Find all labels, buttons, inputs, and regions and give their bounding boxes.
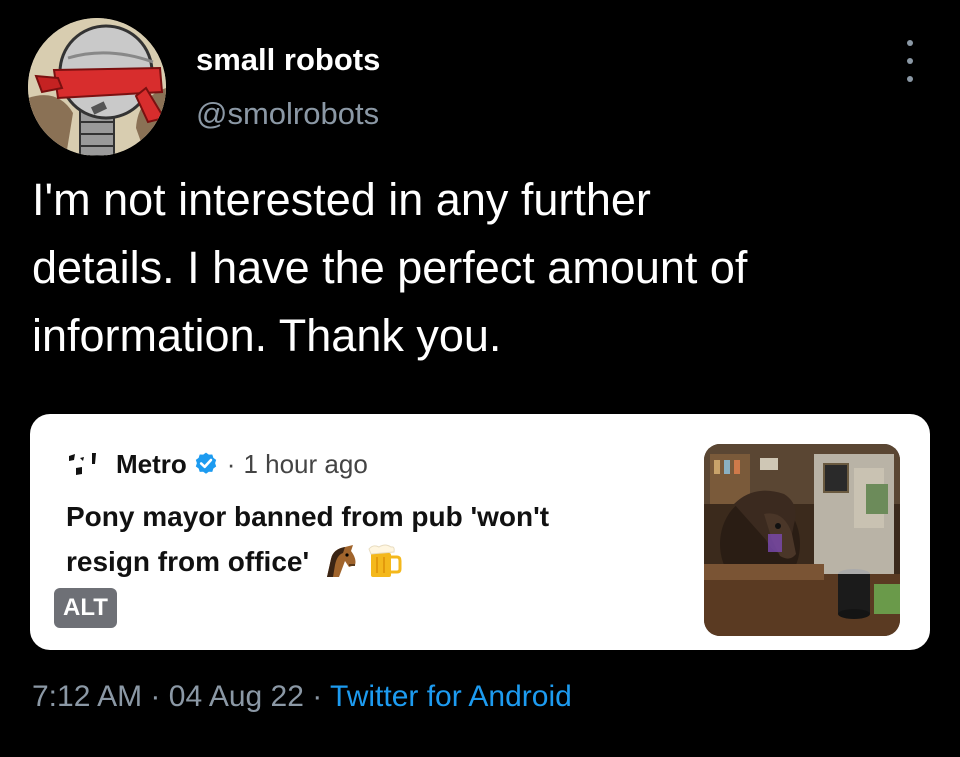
beer-mug-emoji-icon — [368, 544, 402, 577]
alt-text-badge[interactable]: ALT — [54, 588, 117, 628]
metro-logo-icon — [69, 453, 96, 475]
meta-separator: · — [312, 680, 323, 713]
horse-face-emoji-icon — [327, 545, 356, 577]
tweet-time[interactable]: 7:12 AM — [32, 680, 142, 713]
tweet-date[interactable]: 04 Aug 22 — [169, 680, 304, 713]
tweet-metadata: 7:12 AM · 04 Aug 22 · Twitter for Androi… — [32, 680, 572, 714]
quoted-headline-line-text: resign from office' — [66, 546, 310, 577]
more-dot-icon — [907, 40, 913, 46]
quoted-headline-line: Pony mayor banned from pub 'won't — [66, 501, 550, 532]
tweet-client-link[interactable]: Twitter for Android — [330, 680, 572, 713]
tweet-text-line: information. Thank you. — [32, 310, 502, 361]
avatar[interactable] — [28, 18, 166, 156]
tweet-text-line: I'm not interested in any further — [32, 174, 651, 225]
verified-badge-icon — [195, 452, 216, 474]
tweet-text-line: details. I have the perfect amount of — [32, 242, 748, 293]
more-dot-icon — [907, 76, 913, 82]
quoted-headline: Pony mayor banned from pub 'won't resign… — [66, 494, 676, 584]
pony-in-pub-photo-icon — [704, 444, 900, 636]
quoted-time-ago: 1 hour ago — [243, 448, 368, 479]
quoted-thumbnail[interactable] — [704, 444, 900, 636]
quoted-separator: · — [226, 448, 236, 479]
quoted-headline-line-2: resign from office' — [66, 539, 676, 584]
blindfolded-robot-avatar-icon — [28, 18, 166, 156]
author-display-name[interactable]: small robots — [196, 42, 380, 78]
more-options-button[interactable] — [896, 40, 924, 82]
tweet-text: I'm not interested in any further detail… — [32, 166, 932, 370]
meta-separator: · — [150, 680, 161, 713]
quoted-tweet-card[interactable]: Metro · 1 hour ago Pony mayor banned fro… — [30, 414, 930, 650]
author-handle[interactable]: @smolrobots — [196, 96, 379, 132]
more-dot-icon — [907, 58, 913, 64]
quoted-source-name[interactable]: Metro — [116, 449, 187, 480]
quoted-tweet-header: Metro · 1 hour ago — [66, 448, 368, 480]
